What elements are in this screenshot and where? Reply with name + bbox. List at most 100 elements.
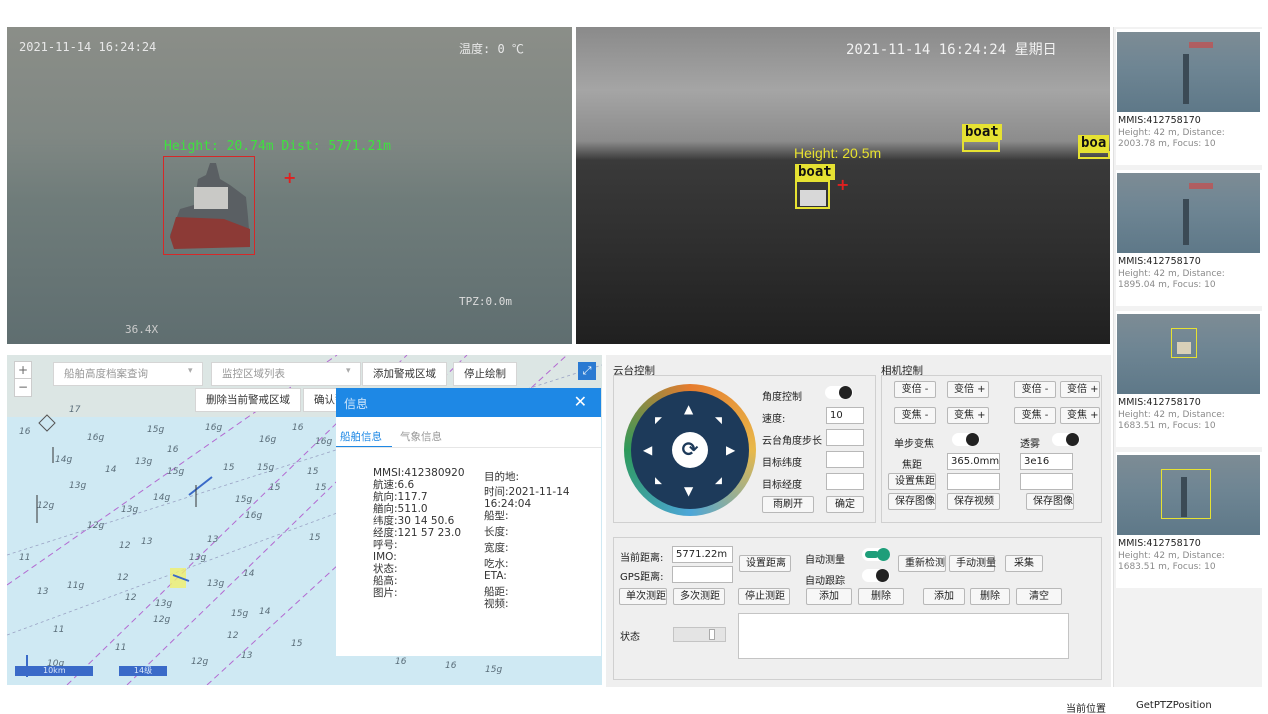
focal-length-input[interactable]: 365.0mm [947, 453, 1000, 470]
ship-info-popup: 信息 ✕ 船舶信息 气象信息 MMSI:412380920 航速:6.6 航向:… [336, 388, 601, 656]
thermal-camera-view[interactable]: 2021-11-14 16:24:24 星期日 Height: 20.5m bo… [576, 27, 1110, 344]
ship-height-value: 船高: [373, 575, 398, 587]
draught-value: 吃水: [484, 558, 509, 570]
set-focal-button[interactable]: 设置焦距 [888, 473, 936, 490]
depth-sounding: 15g [167, 467, 185, 477]
step-focus-toggle[interactable] [952, 433, 980, 446]
collect-button[interactable]: 采集 [1005, 555, 1043, 572]
depth-sounding: 16g [259, 435, 277, 445]
angle-control-toggle[interactable] [825, 386, 853, 399]
measure-overlay-text: Height: 20.74m Dist: 5771.21m [164, 139, 391, 154]
capture-card[interactable]: MMIS:412758170 Height: 42 m, Distance: 1… [1116, 170, 1262, 306]
fullscreen-icon[interactable]: ⤢ [578, 362, 596, 380]
defog-value-input[interactable]: 3e16 [1020, 453, 1073, 470]
delete-alert-zone-button[interactable]: 删除当前警戒区域 [195, 388, 301, 412]
capture-mmsi: MMIS:412758170 [1118, 397, 1201, 408]
clear-button[interactable]: 清空 [1016, 588, 1062, 605]
boat-bounding-box [1078, 151, 1110, 159]
depth-sounding: 12 [125, 593, 137, 603]
zoom-out-button[interactable]: − [15, 379, 31, 396]
gps-distance-input[interactable] [672, 566, 733, 583]
auto-track-toggle[interactable] [862, 569, 890, 582]
depth-sounding: 12g [87, 521, 105, 531]
ptz-direction-pad[interactable]: ▲ ▼ ◀ ▶ ◤ ◥ ◣ ◢ ⟳ [624, 384, 756, 516]
stop-measure-button[interactable]: 停止测距 [738, 588, 790, 605]
area-list-select[interactable]: 监控区域列表 [211, 362, 361, 386]
depth-sounding: 13g [207, 579, 225, 589]
target-lon-input[interactable] [826, 473, 864, 490]
arrow-up-icon[interactable]: ▲ [684, 403, 693, 415]
arrow-down-right-icon[interactable]: ◢ [715, 475, 722, 487]
video-left-temperature: 温度: 0 ℃ [459, 42, 524, 56]
thermal-zoom-in-button[interactable]: 变倍 + [1060, 381, 1100, 398]
arrow-down-left-icon[interactable]: ◣ [655, 475, 662, 487]
step-label: 云台角度步长 [762, 436, 822, 447]
speed-input[interactable]: 10 [826, 407, 864, 424]
thermal-focus-plus-button[interactable]: 变焦 + [1060, 407, 1100, 424]
focus-plus-button[interactable]: 变焦 + [947, 407, 989, 424]
capture-card[interactable]: MMIS:412758170 Height: 42 m, Distance: 1… [1116, 311, 1262, 447]
target-lat-input[interactable] [826, 451, 864, 468]
set-distance-button[interactable]: 设置距离 [739, 555, 791, 572]
capture-info: Height: 42 m, Distance: 1683.51 m, Focus… [1118, 551, 1225, 572]
video-left-timestamp: 2021-11-14 16:24:24 [19, 40, 157, 54]
depth-sounding: 12g [191, 657, 209, 667]
defog-set-input[interactable] [1020, 473, 1073, 490]
save-thermal-image-button[interactable]: 保存图像 [1026, 493, 1074, 510]
boat-bounding-box [795, 180, 830, 209]
depth-sounding: 13g [121, 505, 139, 515]
multi-measure-button[interactable]: 多次测距 [673, 588, 725, 605]
manual-measure-button[interactable]: 手动测量 [949, 555, 996, 572]
delete-button[interactable]: 删除 [858, 588, 904, 605]
gps-distance-label: GPS距离: [620, 572, 664, 583]
stop-drawing-button[interactable]: 停止绘制 [453, 362, 517, 386]
visible-camera-view[interactable]: 2021-11-14 16:24:24 温度: 0 ℃ Height: 20.7… [7, 27, 572, 344]
focal-set-input[interactable] [947, 473, 1000, 490]
arrow-left-icon[interactable]: ◀ [643, 444, 652, 456]
arrow-up-right-icon[interactable]: ◥ [715, 415, 722, 427]
thermal-zoom-out-button[interactable]: 变倍 - [1014, 381, 1056, 398]
ptz-confirm-button[interactable]: 确定 [826, 496, 864, 513]
boat-label: boat [795, 164, 835, 180]
zoom-out-button[interactable]: 变倍 - [894, 381, 936, 398]
auto-measure-toggle[interactable] [862, 548, 890, 561]
defog-toggle[interactable] [1052, 433, 1080, 446]
close-icon[interactable]: ✕ [574, 392, 587, 411]
current-distance-input[interactable]: 5771.22m [672, 546, 733, 563]
add-button-2[interactable]: 添加 [923, 588, 965, 605]
arrow-down-icon[interactable]: ▼ [684, 485, 693, 497]
capture-card[interactable]: MMIS:412758170 Height: 42 m, Distance: 2… [1116, 29, 1262, 165]
depth-sounding: 16 [19, 427, 31, 437]
ship-height-search[interactable]: 船舶高度档案查询 [53, 362, 203, 386]
single-measure-button[interactable]: 单次测距 [619, 588, 667, 605]
redetect-button[interactable]: 重新检测 [898, 555, 946, 572]
delete-button-2[interactable]: 删除 [970, 588, 1010, 605]
mmsi-value: MMSI:412380920 [373, 467, 465, 479]
arrow-up-left-icon[interactable]: ◤ [655, 415, 662, 427]
depth-sounding: 16 [292, 423, 304, 433]
zoom-in-button[interactable]: + [15, 362, 31, 379]
tab-ship-info[interactable]: 船舶信息 [340, 429, 382, 444]
capture-image [1117, 32, 1260, 112]
zoom-in-button[interactable]: 变倍 + [947, 381, 989, 398]
step-input[interactable] [826, 429, 864, 446]
wiper-button[interactable]: 雨刷开 [762, 496, 814, 513]
thermal-focus-minus-button[interactable]: 变焦 - [1014, 407, 1056, 424]
add-alert-zone-button[interactable]: 添加警戒区域 [362, 362, 447, 386]
depth-sounding: 12g [153, 615, 171, 625]
depth-sounding: 13g [189, 553, 207, 563]
focus-minus-button[interactable]: 变焦 - [894, 407, 936, 424]
depth-sounding: 11 [115, 643, 127, 653]
status-log-textarea[interactable] [738, 613, 1069, 659]
depth-sounding: 16g [87, 433, 105, 443]
capture-card[interactable]: MMIS:412758170 Height: 42 m, Distance: 1… [1116, 452, 1262, 588]
save-video-button[interactable]: 保存视频 [947, 493, 1000, 510]
save-image-button[interactable]: 保存图像 [888, 493, 936, 510]
ptz-reset-button[interactable]: ⟳ [672, 432, 708, 468]
arrow-right-icon[interactable]: ▶ [726, 444, 735, 456]
target-bounding-box [163, 156, 255, 255]
tab-weather-info[interactable]: 气象信息 [400, 429, 442, 444]
latitude-value: 纬度:30 14 50.6 [373, 515, 455, 527]
add-button[interactable]: 添加 [806, 588, 852, 605]
divider [336, 447, 601, 448]
